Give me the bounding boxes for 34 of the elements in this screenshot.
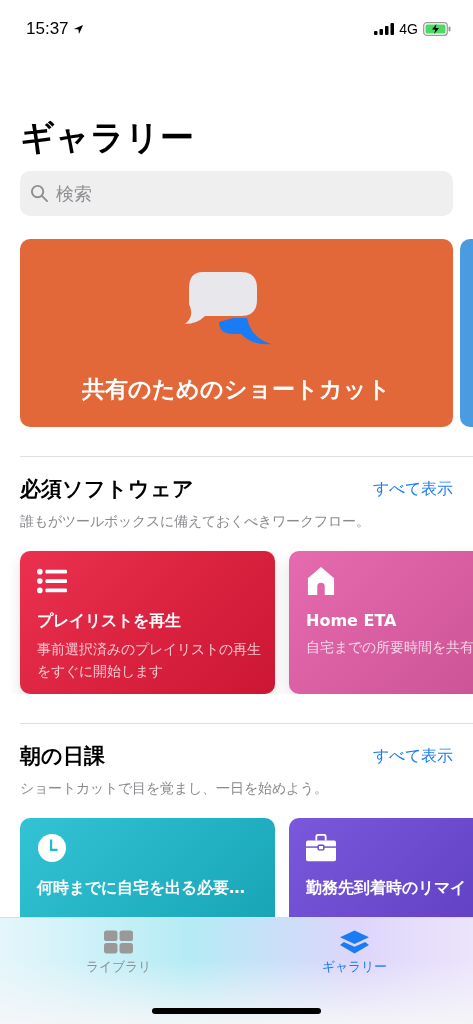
banner-card[interactable]: 共有のためのショートカット bbox=[20, 239, 453, 427]
shortcut-card[interactable]: 何時までに自宅を出る必要… bbox=[20, 818, 275, 917]
card-title: 何時までに自宅を出る必要… bbox=[37, 878, 245, 899]
tab[interactable]: ギャラリー bbox=[236, 918, 473, 976]
tab[interactable]: ライブラリ bbox=[0, 918, 237, 976]
signal-icon bbox=[374, 23, 395, 35]
card-title: プレイリストを再生 bbox=[37, 611, 181, 632]
clock-icon bbox=[37, 834, 67, 862]
card-description: 自宅までの所要時間を共有 bbox=[306, 638, 473, 657]
location-arrow-icon bbox=[72, 23, 84, 35]
shortcut-card[interactable]: Home ETA 自宅までの所要時間を共有 bbox=[289, 551, 473, 694]
banner-title: 共有のためのショートカット bbox=[82, 375, 391, 404]
list-icon bbox=[37, 567, 67, 595]
house-icon bbox=[306, 567, 336, 595]
shortcut-card[interactable]: プレイリストを再生 事前選択済みのプレイリストの再生をすぐに開始します bbox=[20, 551, 275, 694]
section-title: 朝の日課 bbox=[20, 743, 105, 770]
page-title: ギャラリー bbox=[20, 116, 195, 158]
section-subtitle: 誰もがツールボックスに備えておくべきワークフロー。 bbox=[20, 513, 371, 531]
card-title: 勤務先到着時のリマイ bbox=[306, 878, 466, 899]
section-title: 必須ソフトウェア bbox=[20, 476, 194, 503]
layers-icon bbox=[340, 930, 370, 954]
search-icon bbox=[30, 184, 49, 203]
card-title: Home ETA bbox=[306, 611, 397, 630]
shortcut-card[interactable]: 勤務先到着時のリマイ bbox=[289, 818, 473, 917]
battery-charging-icon bbox=[423, 22, 451, 36]
see-all-link[interactable]: すべて表示 bbox=[373, 478, 453, 500]
status-time: 15:37 bbox=[26, 19, 69, 39]
grid-icon bbox=[103, 930, 133, 954]
card-description: 事前選択済みのプレイリストの再生をすぐに開始します bbox=[37, 640, 262, 681]
briefcase-icon bbox=[306, 834, 336, 862]
section-subtitle: ショートカットで目を覚まし、一日を始めよう。 bbox=[20, 780, 329, 798]
network-label: 4G bbox=[399, 21, 418, 37]
search-field[interactable]: 検索 bbox=[20, 171, 453, 216]
see-all-link[interactable]: すべて表示 bbox=[373, 745, 453, 767]
